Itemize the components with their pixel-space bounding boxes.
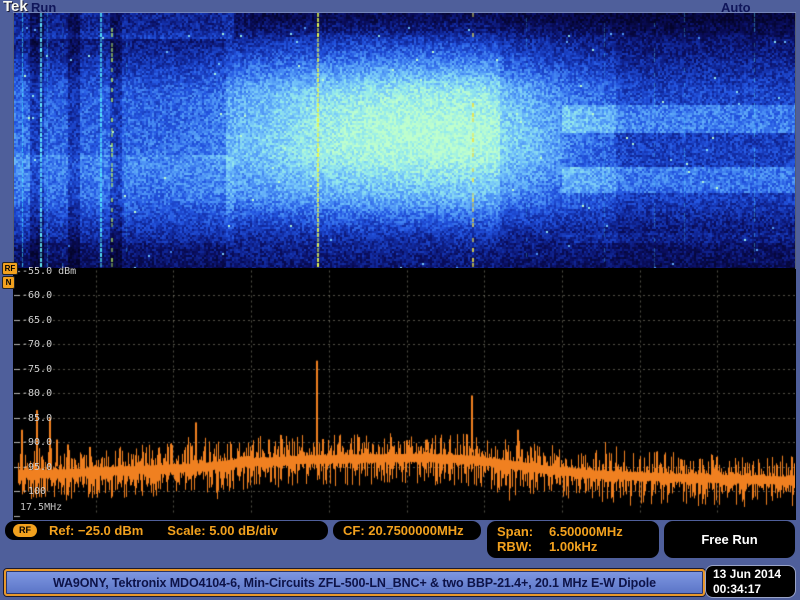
y-axis-label: -90.0 [22,437,52,448]
start-frequency-label: 17.5MHz [20,502,62,513]
datetime-box: 13 Jun 2014 00:34:17 [706,566,795,597]
y-axis-label: -85.0 [22,413,52,424]
screen-title-bar: WA9ONY, Tektronix MDO4104-6, Min-Circuit… [4,569,705,596]
oscilloscope-screen: Tek Run Auto -55.0 dBm-60.0-65.0-70.0-75… [0,0,800,600]
scale-readout: Scale: 5.00 dB/div [167,523,278,538]
spectrogram-display [14,13,795,268]
rbw-value: 1.00kHz [549,539,597,554]
span-rbw-readout[interactable]: Span: 6.50000MHz RBW: 1.00kHz [487,521,659,558]
date-label: 13 Jun 2014 [713,567,795,582]
y-axis-label: -100 [22,486,46,497]
y-axis-label: -60.0 [22,290,52,301]
rf-badge-icon: RF [2,262,18,275]
rf-trace-normal-icon: N [2,276,15,289]
rf-channel-badge[interactable]: RF N [2,262,18,290]
y-axis-label: -70.0 [22,339,52,350]
y-axis-label: -95.0 [22,462,52,473]
y-axis-label: -65.0 [22,315,52,326]
span-label: Span: [497,524,549,539]
span-value: 6.50000MHz [549,524,623,539]
rbw-label: RBW: [497,539,549,554]
time-label: 00:34:17 [713,582,795,597]
cf-value: CF: 20.7500000MHz [343,523,464,538]
ref-level-readout: Ref: −25.0 dBm [49,523,143,538]
trigger-status-box[interactable]: Free Run [664,521,795,558]
rf-pill-icon: RF [13,524,37,537]
y-axis-label: -75.0 [22,364,52,375]
y-axis-label: -80.0 [22,388,52,399]
y-axis-label: -55.0 dBm [22,266,76,277]
trigger-status: Free Run [701,532,757,547]
screen-title: WA9ONY, Tektronix MDO4104-6, Min-Circuit… [53,576,656,590]
center-frequency-readout[interactable]: CF: 20.7500000MHz [333,521,481,540]
rf-level-readout-bar[interactable]: RF Ref: −25.0 dBm Scale: 5.00 dB/div [5,521,328,540]
spectrum-display [14,268,795,520]
